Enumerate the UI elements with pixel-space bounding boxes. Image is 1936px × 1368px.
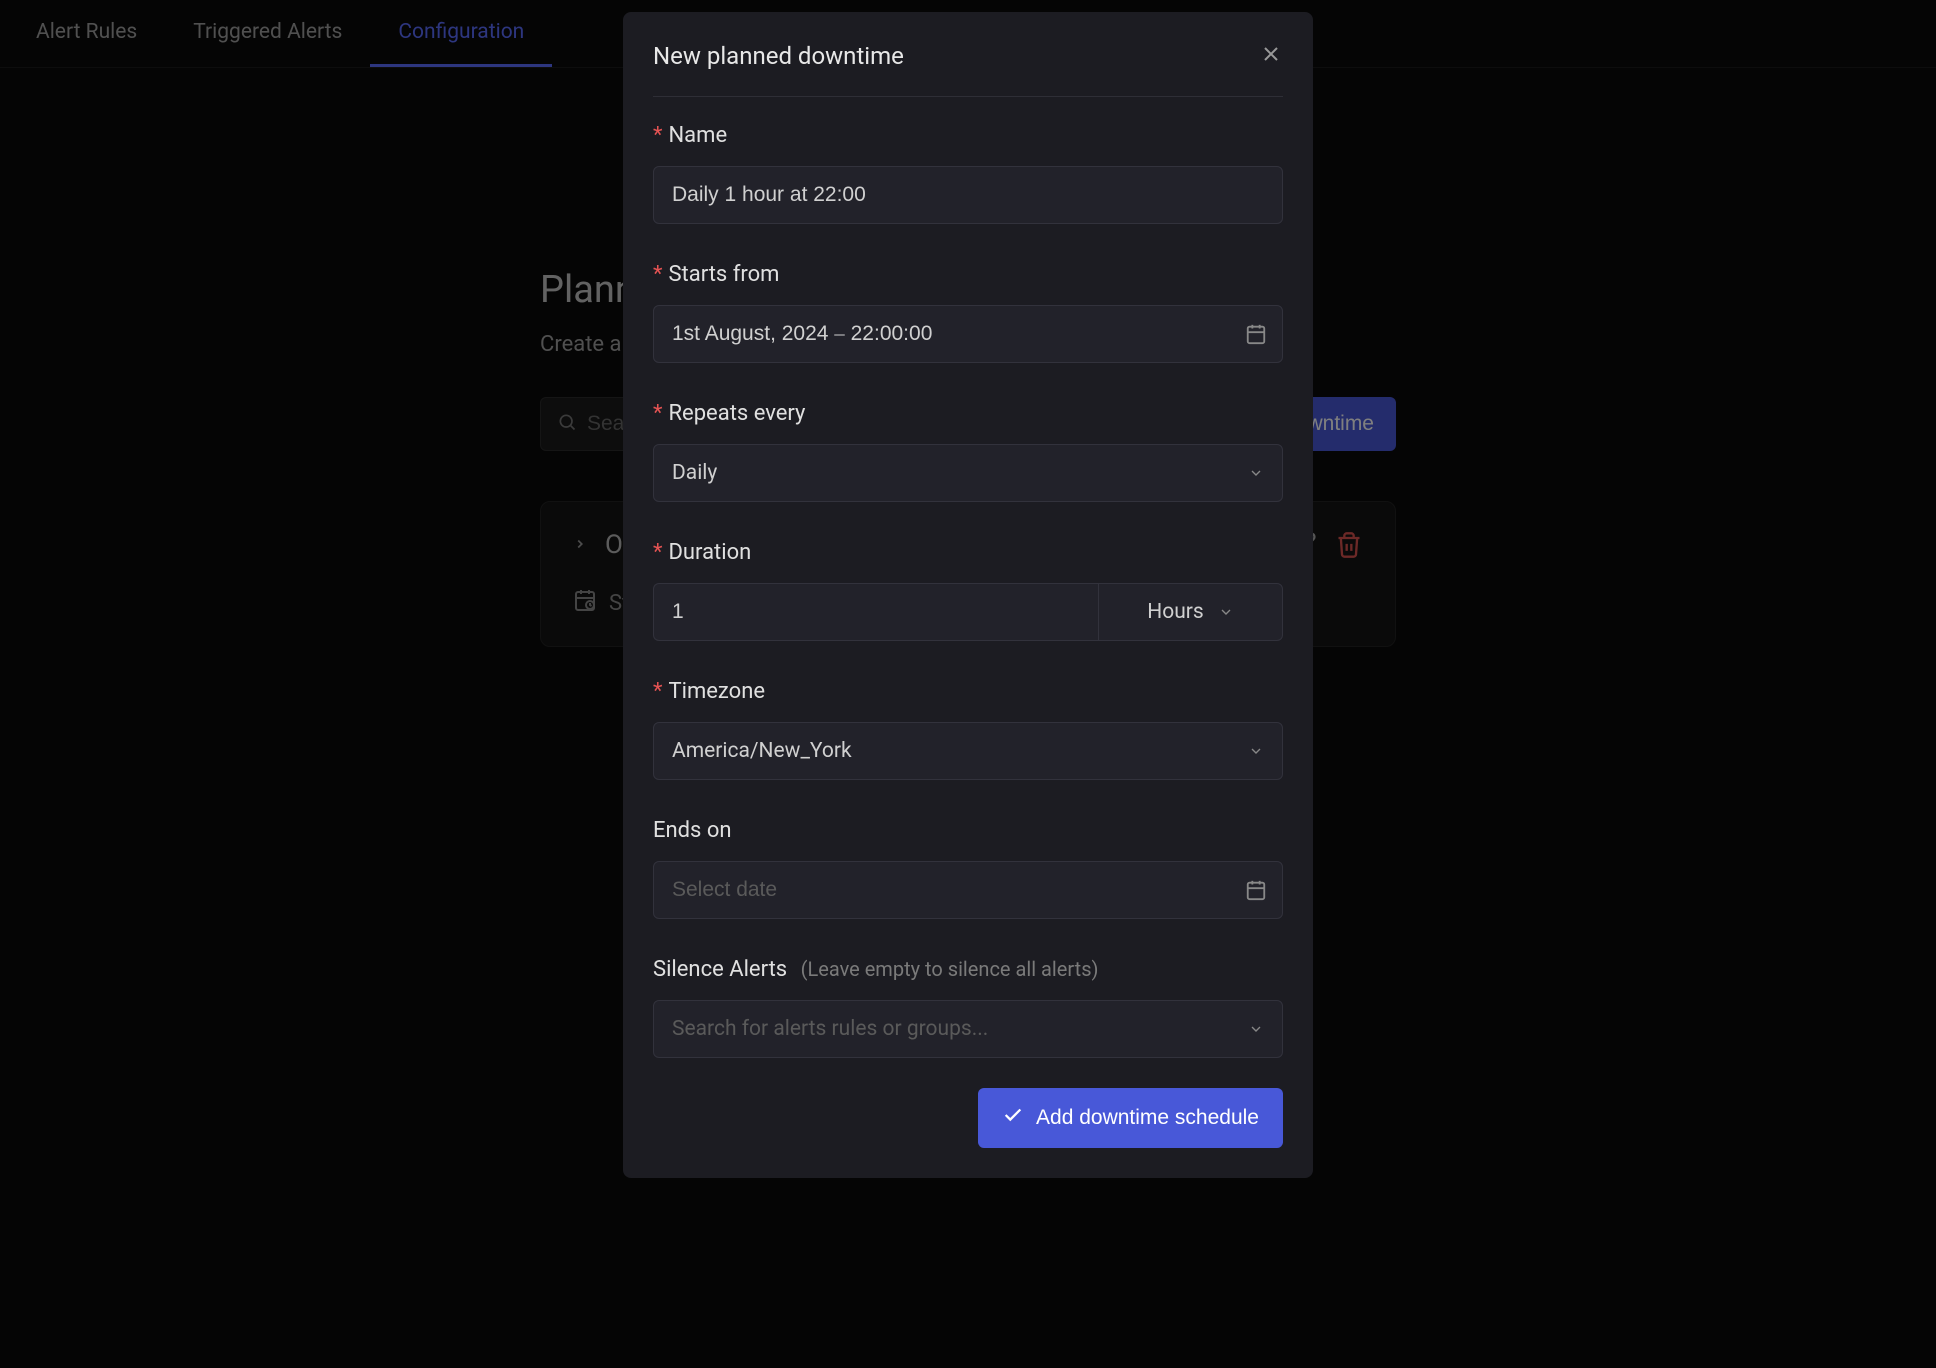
silence-placeholder: Search for alerts rules or groups...	[672, 1017, 988, 1041]
field-duration: *Duration Hours	[653, 540, 1283, 641]
modal-header: New planned downtime	[653, 42, 1283, 97]
close-button[interactable]	[1259, 42, 1283, 70]
silence-alerts-select[interactable]: Search for alerts rules or groups...	[653, 1000, 1283, 1058]
repeats-every-value: Daily	[672, 461, 717, 485]
chevron-down-icon	[1248, 1021, 1264, 1037]
chevron-down-icon	[1218, 604, 1234, 620]
silence-hint: (Leave empty to silence all alerts)	[801, 957, 1099, 981]
add-downtime-schedule-button[interactable]: Add downtime schedule	[978, 1088, 1283, 1148]
field-silence-alerts: Silence Alerts (Leave empty to silence a…	[653, 957, 1283, 1058]
label-duration: *Duration	[653, 540, 1283, 565]
duration-unit-select[interactable]: Hours	[1098, 583, 1283, 641]
modal-title: New planned downtime	[653, 42, 904, 70]
name-input[interactable]	[653, 166, 1283, 224]
modal-overlay: New planned downtime *Name *Starts from …	[0, 0, 1936, 1368]
ends-on-input[interactable]	[653, 861, 1283, 919]
timezone-select[interactable]: America/New_York	[653, 722, 1283, 780]
repeats-every-select[interactable]: Daily	[653, 444, 1283, 502]
label-repeats-every: *Repeats every	[653, 401, 1283, 426]
field-starts-from: *Starts from	[653, 262, 1283, 363]
field-repeats-every: *Repeats every Daily	[653, 401, 1283, 502]
chevron-down-icon	[1248, 465, 1264, 481]
new-downtime-modal: New planned downtime *Name *Starts from …	[623, 12, 1313, 1178]
label-silence-alerts: Silence Alerts (Leave empty to silence a…	[653, 957, 1283, 982]
check-icon	[1002, 1104, 1024, 1132]
starts-from-input[interactable]	[653, 305, 1283, 363]
submit-label: Add downtime schedule	[1036, 1106, 1259, 1130]
timezone-value: America/New_York	[672, 739, 852, 763]
label-ends-on: Ends on	[653, 818, 1283, 843]
field-ends-on: Ends on	[653, 818, 1283, 919]
field-timezone: *Timezone America/New_York	[653, 679, 1283, 780]
chevron-down-icon	[1248, 743, 1264, 759]
field-name: *Name	[653, 123, 1283, 224]
label-name: *Name	[653, 123, 1283, 148]
modal-footer: Add downtime schedule	[653, 1088, 1283, 1148]
label-starts-from: *Starts from	[653, 262, 1283, 287]
label-timezone: *Timezone	[653, 679, 1283, 704]
duration-unit-value: Hours	[1147, 600, 1204, 624]
duration-input[interactable]	[653, 583, 1098, 641]
